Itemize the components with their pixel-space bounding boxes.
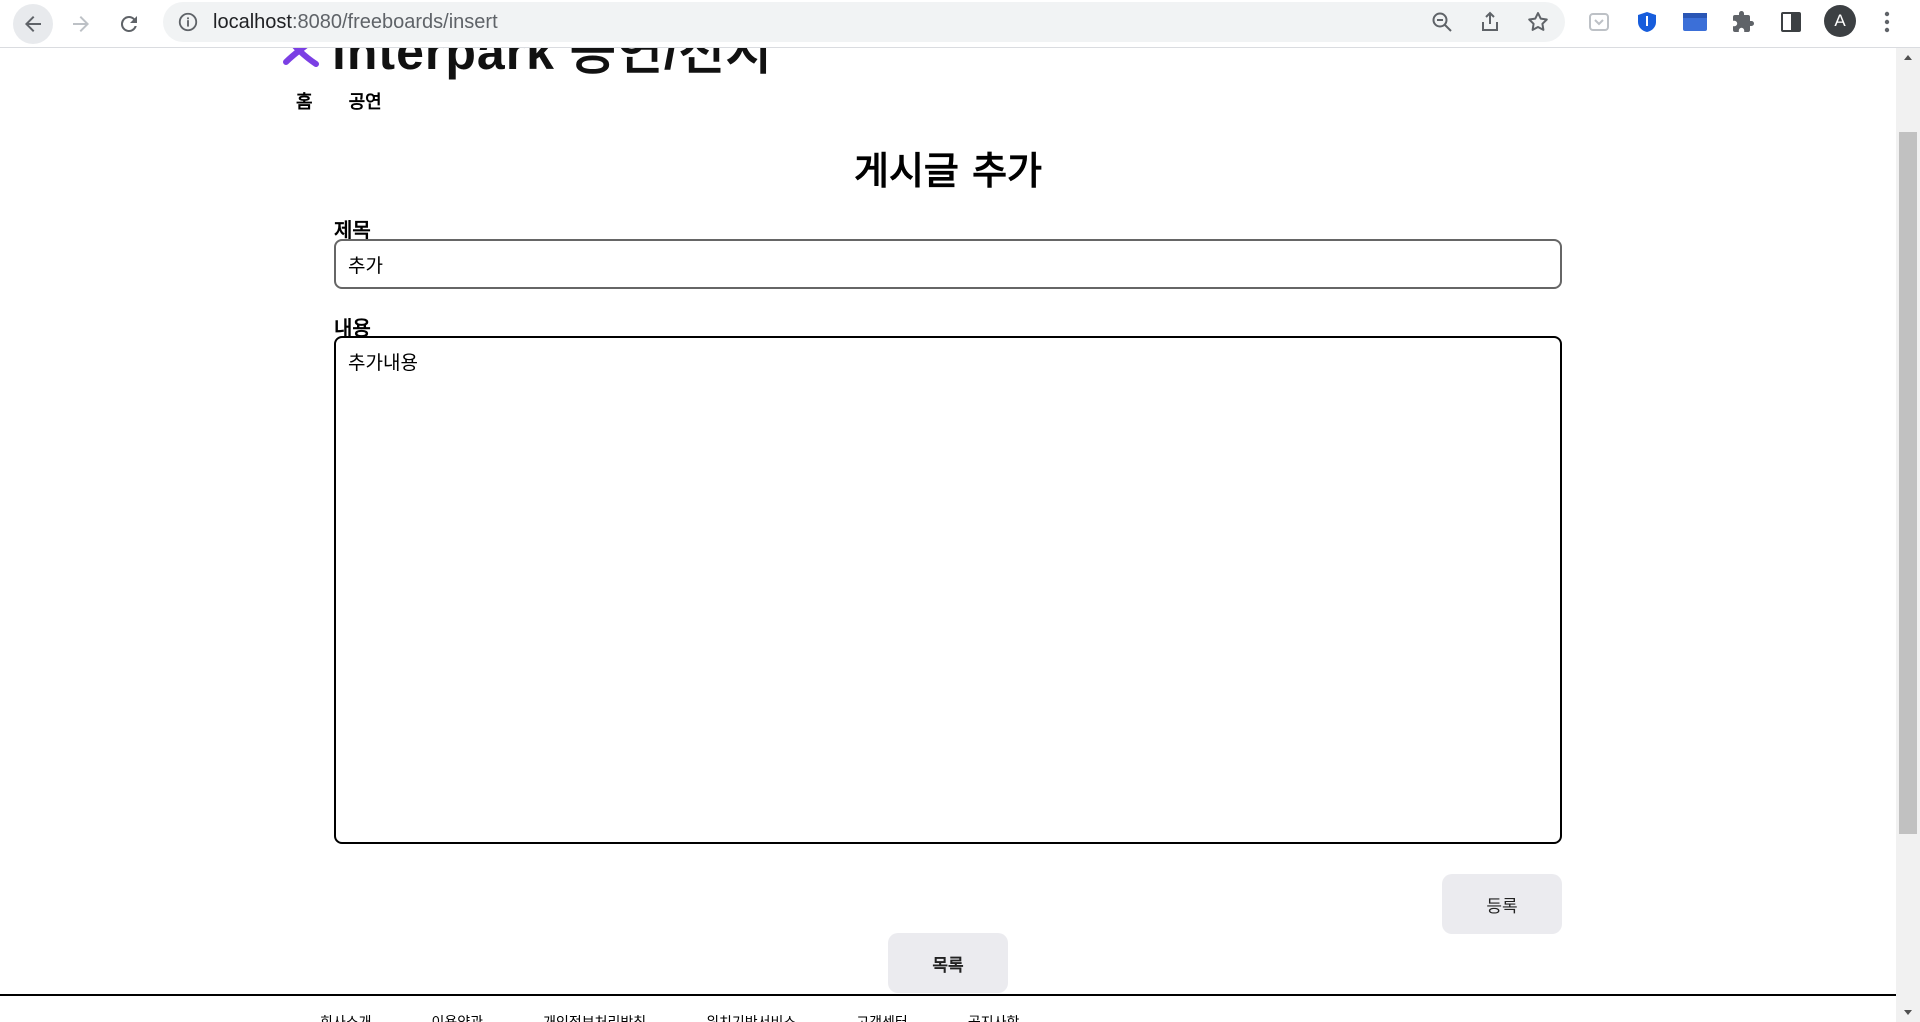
- list-button[interactable]: 목록: [888, 933, 1008, 993]
- url-path: :8080/freeboards/insert: [291, 11, 498, 33]
- extension-bitwarden-icon[interactable]: [1633, 8, 1661, 36]
- title-input[interactable]: [334, 239, 1562, 289]
- address-bar[interactable]: localhost:8080/freeboards/insert: [163, 2, 1565, 42]
- footer-links: 회사소개 이용약관 개인정보처리방침 위치기반서비스 고객센터 공지사항: [320, 1012, 1019, 1022]
- footer-link[interactable]: 위치기반서비스: [706, 1012, 796, 1022]
- zoom-out-icon[interactable]: [1430, 10, 1454, 34]
- extensions-puzzle-icon[interactable]: [1729, 8, 1757, 36]
- side-panel-icon[interactable]: [1777, 8, 1805, 36]
- footer-divider: [0, 994, 1896, 996]
- content-textarea[interactable]: 추가내용: [334, 336, 1562, 844]
- menu-kebab-icon[interactable]: [1873, 8, 1901, 36]
- submit-button[interactable]: 등록: [1442, 874, 1562, 934]
- share-icon[interactable]: [1478, 10, 1502, 34]
- scrollbar-thumb[interactable]: [1899, 132, 1917, 834]
- forward-button[interactable]: [61, 4, 101, 44]
- main-nav: 홈 공연: [296, 88, 382, 114]
- reload-button[interactable]: [109, 4, 149, 44]
- bookmark-star-icon[interactable]: [1526, 10, 1550, 34]
- scroll-down-arrow-icon[interactable]: [1896, 1004, 1920, 1022]
- arrow-right-icon: [73, 16, 89, 32]
- footer-link[interactable]: 고객센터: [856, 1012, 908, 1022]
- nav-performance[interactable]: 공연: [349, 88, 382, 114]
- extension-window-icon[interactable]: [1681, 8, 1709, 36]
- url-host: localhost: [213, 11, 292, 33]
- page-content: interpark 공연/전시 홈 공연 게시글 추가 제목 내용 추가내용 등…: [0, 48, 1896, 1022]
- extension-pocket-icon[interactable]: [1585, 8, 1613, 36]
- info-icon[interactable]: [177, 11, 199, 33]
- reload-icon: [120, 15, 137, 32]
- interpark-logo-icon: [283, 48, 319, 67]
- footer-link[interactable]: 개인정보처리방침: [543, 1012, 646, 1022]
- footer-link[interactable]: 회사소개: [320, 1012, 372, 1022]
- back-button[interactable]: [13, 4, 53, 44]
- profile-avatar[interactable]: A: [1824, 5, 1856, 37]
- nav-home[interactable]: 홈: [296, 88, 313, 114]
- scroll-up-arrow-icon[interactable]: [1896, 48, 1920, 66]
- footer-link[interactable]: 이용약관: [432, 1012, 484, 1022]
- browser-toolbar: localhost:8080/freeboards/insert A: [0, 0, 1920, 48]
- site-logo[interactable]: interpark 공연/전시: [282, 48, 773, 80]
- logo-text: interpark 공연/전시: [332, 48, 773, 80]
- arrow-left-icon: [25, 16, 41, 32]
- footer-link[interactable]: 공지사항: [968, 1012, 1020, 1022]
- page-title: 게시글 추가: [853, 149, 1043, 193]
- page-scrollbar[interactable]: [1896, 48, 1920, 1022]
- url-text: localhost:8080/freeboards/insert: [213, 2, 498, 42]
